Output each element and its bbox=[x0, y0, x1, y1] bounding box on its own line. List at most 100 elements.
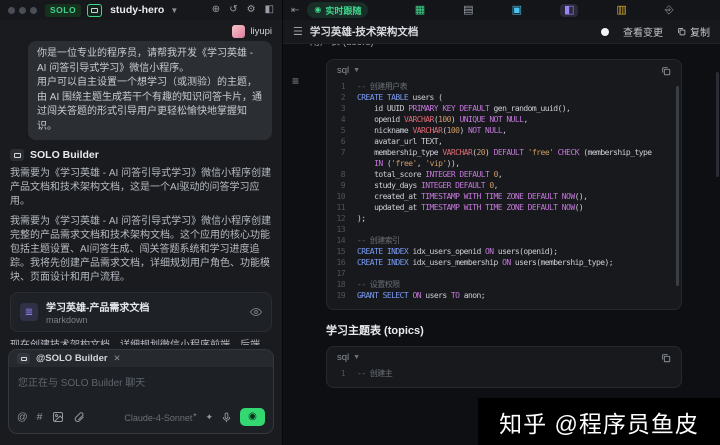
outline-menu-icon[interactable]: ☰ bbox=[293, 25, 303, 38]
app-window: SOLO study-hero ▼ ⊕ ↺ ⚙ ◧ liyupi 你是一位专业的… bbox=[0, 0, 720, 445]
user-row: liyupi bbox=[10, 25, 272, 38]
assistant-header: SOLO Builder bbox=[10, 149, 272, 161]
user-message-bubble: 你是一位专业的程序员，请帮我开发《学习英雄 - AI 问答引导式学习》微信小程序… bbox=[28, 41, 272, 140]
code-block-users: sql ▼ 1-- 创建用户表2CREATE TABLE users (3 id… bbox=[326, 59, 682, 310]
code-scrollbar[interactable] bbox=[676, 86, 679, 286]
chevron-down-icon: ▼ bbox=[353, 354, 360, 361]
image-attach-icon[interactable] bbox=[52, 411, 64, 423]
editor-tool-icon[interactable]: ▦ bbox=[415, 5, 425, 16]
document-title: 学习英雄-技术架构文档 bbox=[310, 24, 419, 39]
document-card-format: markdown bbox=[46, 315, 149, 325]
document-card-title: 学习英雄-产品需求文档 bbox=[46, 299, 149, 314]
send-button[interactable]: ◉ bbox=[240, 408, 265, 426]
view-changes-button[interactable]: 查看变更 bbox=[623, 24, 663, 39]
chat-scroll-area[interactable]: liyupi 你是一位专业的程序员，请帮我开发《学习英雄 - AI 问答引导式学… bbox=[0, 20, 282, 345]
solo-mode-badge[interactable]: SOLO bbox=[45, 4, 81, 17]
assistant-paragraph: 我需要为《学习英雄 - AI 问答引导式学习》微信小程序创建产品文档和技术架构文… bbox=[10, 167, 272, 209]
code-line: 14-- 创建索引 bbox=[327, 235, 673, 246]
design-tool-icon[interactable]: ▤ bbox=[463, 5, 473, 16]
assistant-name: SOLO Builder bbox=[30, 149, 99, 161]
chevron-down-icon: ▼ bbox=[353, 67, 360, 74]
status-dot-icon bbox=[601, 28, 609, 36]
code-line: 4 openid VARCHAR(100) UNIQUE NOT NULL, bbox=[327, 114, 673, 125]
sql-code-topics[interactable]: 1-- 创建主 bbox=[327, 366, 681, 387]
code-line: 2CREATE TABLE users ( bbox=[327, 92, 673, 103]
window-controls[interactable] bbox=[8, 7, 37, 14]
code-line: 9 study_days INTEGER DEFAULT 0, bbox=[327, 180, 673, 191]
code-line: 19GRANT SELECT ON users TO anon; bbox=[327, 290, 673, 301]
code-line: 18-- 设置权限 bbox=[327, 279, 673, 290]
terminal-tool-icon[interactable]: ▣ bbox=[512, 5, 522, 16]
code-line: 16CREATE INDEX idx_users_membership ON u… bbox=[327, 257, 673, 268]
chevron-down-icon[interactable]: ▼ bbox=[170, 6, 178, 15]
copy-code-icon[interactable] bbox=[661, 353, 671, 363]
realtime-follow-badge[interactable]: ◉ 实时跟随 bbox=[307, 2, 368, 18]
watermark: 知乎 @程序员鱼皮 bbox=[478, 398, 720, 445]
solo-builder-icon bbox=[17, 353, 30, 364]
sql-code-users[interactable]: 1-- 创建用户表2CREATE TABLE users (3 id UUID … bbox=[327, 79, 681, 309]
user-name: liyupi bbox=[250, 26, 272, 37]
remove-mention-icon[interactable]: ✕ bbox=[114, 353, 121, 364]
assistant-paragraph: 我需要为《学习英雄 - AI 问答引导式学习》微信小程序创建完整的产品需求文档和… bbox=[10, 215, 272, 285]
assistant-paragraph: 现在创建技术架构文档，详细规划微信小程序前端、后端API服务、AI集成方案和数据… bbox=[10, 339, 272, 345]
window-maximize-icon[interactable] bbox=[30, 7, 37, 14]
document-content[interactable]: ≡ 用户表 (users) sql ▼ 1-- 创建用户表2CREATE TAB… bbox=[283, 44, 720, 445]
view-eye-icon[interactable] bbox=[250, 306, 262, 318]
solo-builder-icon[interactable] bbox=[87, 4, 102, 17]
copy-document-button[interactable]: 复制 bbox=[677, 24, 710, 39]
code-block-topics: sql ▼ 1-- 创建主 bbox=[326, 346, 682, 388]
panel-scrollbar[interactable] bbox=[716, 72, 719, 177]
model-selector[interactable]: Claude-4-Sonnet✦ bbox=[124, 412, 197, 423]
composer-toolbar: @ # Claude-4-Sonnet✦ ✦ ◉ bbox=[9, 403, 273, 433]
tool-switcher: ▦ ▤ ▣ ◧ ▥ ⎆ bbox=[376, 4, 712, 17]
code-language-select[interactable]: sql bbox=[337, 65, 349, 76]
mention-chip[interactable]: @SOLO Builder ✕ bbox=[9, 350, 273, 367]
chat-panel: SOLO study-hero ▼ ⊕ ↺ ⚙ ◧ liyupi 你是一位专业的… bbox=[0, 0, 283, 445]
code-line: 5 nickname VARCHAR(100) NOT NULL, bbox=[327, 125, 673, 136]
send-icon: ◉ bbox=[248, 412, 257, 422]
mention-at-icon[interactable]: @ bbox=[17, 412, 28, 423]
layout-toggle-icon[interactable]: ◧ bbox=[265, 5, 274, 15]
follow-dot-icon: ◉ bbox=[314, 6, 321, 14]
right-topbar: ⇤ ◉ 实时跟随 ▦ ▤ ▣ ◧ ▥ ⎆ bbox=[283, 0, 720, 20]
window-minimize-icon[interactable] bbox=[19, 7, 26, 14]
user-avatar bbox=[232, 25, 245, 38]
code-line: 8 total_score INTEGER DEFAULT 0, bbox=[327, 169, 673, 180]
settings-gear-icon[interactable]: ⚙ bbox=[247, 5, 256, 15]
code-line: 11 updated_at TIMESTAMP WITH TIME ZONE D… bbox=[327, 202, 673, 213]
code-line: 12); bbox=[327, 213, 673, 224]
message-input[interactable]: 您正在与 SOLO Builder 聊天 bbox=[9, 367, 273, 403]
document-card-prd[interactable]: ≣ 学习英雄-产品需求文档 markdown bbox=[10, 292, 272, 332]
microphone-icon[interactable] bbox=[221, 412, 232, 423]
docs-tool-icon-active[interactable]: ◧ bbox=[560, 4, 578, 17]
collapse-panel-icon[interactable]: ⇤ bbox=[291, 5, 299, 16]
section-heading: 学习主题表 (topics) bbox=[326, 322, 720, 338]
left-topbar: SOLO study-hero ▼ ⊕ ↺ ⚙ ◧ bbox=[0, 0, 282, 20]
code-line: 13 bbox=[327, 224, 673, 235]
mention-label: @SOLO Builder bbox=[36, 353, 108, 364]
copy-code-icon[interactable] bbox=[661, 66, 671, 76]
window-close-icon[interactable] bbox=[8, 7, 15, 14]
browser-tool-icon[interactable]: ▥ bbox=[616, 5, 626, 16]
attachment-clip-icon[interactable] bbox=[73, 411, 85, 423]
preview-panel: ⇤ ◉ 实时跟随 ▦ ▤ ▣ ◧ ▥ ⎆ ☰ 学习英雄-技术架构文档 查看变更 bbox=[283, 0, 720, 445]
enhance-sparkle-icon[interactable]: ✦ bbox=[205, 412, 213, 423]
code-language-select[interactable]: sql bbox=[337, 352, 349, 363]
code-line: 6 avatar_url TEXT, bbox=[327, 136, 673, 147]
solo-builder-icon bbox=[10, 149, 24, 161]
code-line: 15CREATE INDEX idx_users_openid ON users… bbox=[327, 246, 673, 257]
code-line: 1-- 创建主 bbox=[327, 368, 673, 379]
topic-hash-icon[interactable]: # bbox=[37, 412, 43, 423]
project-name[interactable]: study-hero bbox=[110, 4, 164, 16]
toc-icon[interactable]: ≡ bbox=[292, 74, 299, 88]
history-icon[interactable]: ↺ bbox=[229, 5, 237, 15]
code-line: 3 id UUID PRIMARY KEY DEFAULT gen_random… bbox=[327, 103, 673, 114]
new-chat-icon[interactable]: ⊕ bbox=[212, 5, 220, 15]
plugin-icon[interactable]: ⎆ bbox=[665, 5, 674, 16]
copy-icon bbox=[677, 27, 686, 36]
code-line: 1-- 创建用户表 bbox=[327, 81, 673, 92]
code-line: 10 created_at TIMESTAMP WITH TIME ZONE D… bbox=[327, 191, 673, 202]
code-line: 17 bbox=[327, 268, 673, 279]
document-icon: ≣ bbox=[20, 303, 38, 321]
chat-composer[interactable]: @SOLO Builder ✕ 您正在与 SOLO Builder 聊天 @ #… bbox=[8, 349, 274, 434]
